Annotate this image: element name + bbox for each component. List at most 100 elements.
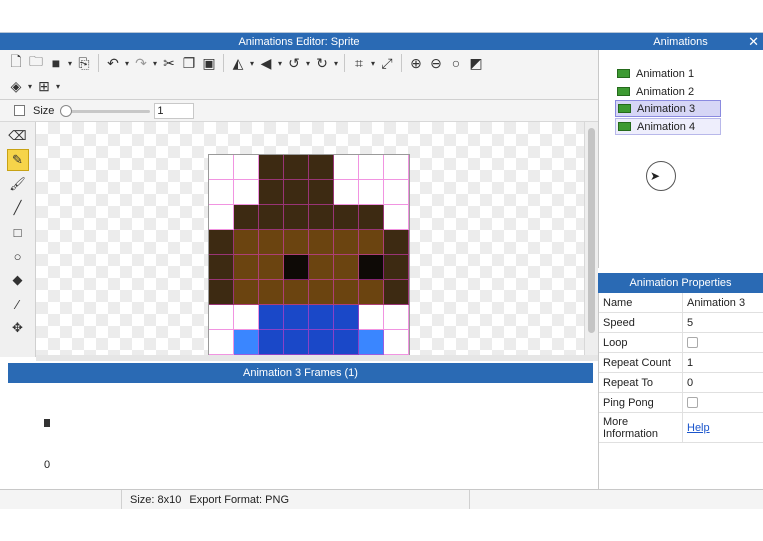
rotate-right-icon[interactable]: ↻ [312,53,332,73]
open-folder-icon[interactable]: 🗀 [26,53,46,73]
save-icon[interactable]: ■ [46,53,66,73]
sprite-pixel[interactable] [334,205,359,230]
size-slider[interactable] [60,104,151,117]
sprite-pixel[interactable] [234,330,259,355]
sprite-pixel[interactable] [309,155,334,180]
layers-dropdown-caret[interactable]: ▾ [26,82,34,91]
animation-list-item-selected[interactable]: Animation 3 [615,100,721,117]
animation-list-item-hovered[interactable]: Animation 4 [615,118,721,135]
sprite-pixel[interactable] [309,280,334,305]
sprite-pixel[interactable] [259,180,284,205]
paste-icon[interactable]: ▣ [199,53,219,73]
sprite-pixel[interactable] [259,255,284,280]
sprite-pixel[interactable] [284,205,309,230]
sprite-pixel[interactable] [334,255,359,280]
sprite-pixel[interactable] [234,230,259,255]
move-icon[interactable]: ✥ [7,317,29,339]
sprite-pixel[interactable] [284,330,309,355]
sprite-pixel[interactable] [359,305,384,330]
line-icon[interactable]: ╱ [7,197,29,219]
flip-horizontal-icon[interactable]: ◭ [228,53,248,73]
scrollbar-thumb[interactable] [588,128,595,333]
flip-vertical-dropdown-caret[interactable]: ▾ [276,59,284,68]
sprite-pixel[interactable] [209,255,234,280]
sprite-pixel[interactable] [234,180,259,205]
sprite-pixel[interactable] [209,205,234,230]
animation-list-item[interactable]: Animation 2 [615,83,721,100]
sprite-pixel[interactable] [384,280,409,305]
property-value[interactable]: Animation 3 [683,297,745,309]
sprite-pixel[interactable] [259,305,284,330]
sprite-pixel[interactable] [384,230,409,255]
property-value[interactable]: 5 [683,317,693,329]
copy-icon[interactable]: ❐ [179,53,199,73]
loop-checkbox[interactable] [687,337,698,348]
sprite-pixel[interactable] [259,330,284,355]
save-dropdown-caret[interactable]: ▾ [66,59,74,68]
sprite-pixel[interactable] [334,230,359,255]
sprite-pixel[interactable] [234,155,259,180]
sprite-pixel[interactable] [234,255,259,280]
canvas-horizontal-scrollbar[interactable] [36,355,598,361]
sprite-pixel[interactable] [284,180,309,205]
crop-dropdown-caret[interactable]: ▾ [369,59,377,68]
size-checkbox[interactable] [14,105,25,116]
sprite-pixel[interactable] [334,330,359,355]
sprite-pixel[interactable] [209,180,234,205]
pencil-icon[interactable]: ✎ [6,149,29,171]
size-slider-knob[interactable] [60,104,73,117]
sprite-pixel[interactable] [384,255,409,280]
sprite-pixel[interactable] [359,255,384,280]
frame-thumbnail[interactable] [44,419,50,427]
layers-icon[interactable]: ◈ [6,76,26,96]
sprite-pixel[interactable] [284,305,309,330]
sprite-pixel[interactable] [259,155,284,180]
rotate-right-dropdown-caret[interactable]: ▾ [332,59,340,68]
sprite-pixel[interactable] [334,305,359,330]
invert-icon[interactable]: ◩ [466,53,486,73]
cut-icon[interactable]: ✂ [159,53,179,73]
sprite-pixel[interactable] [359,180,384,205]
fill-icon[interactable]: ◆ [7,269,29,291]
flip-horizontal-dropdown-caret[interactable]: ▾ [248,59,256,68]
sprite-pixel[interactable] [384,330,409,355]
sprite-pixel[interactable] [209,330,234,355]
sprite-pixel[interactable] [309,305,334,330]
sprite-pixel[interactable] [309,255,334,280]
sprite-grid[interactable] [208,154,410,355]
sprite-pixel[interactable] [309,330,334,355]
sprite-pixel[interactable] [309,230,334,255]
zoom-reset-icon[interactable]: ○ [446,53,466,73]
eyedropper-icon[interactable]: ⁄ [7,293,29,315]
resize-icon[interactable]: ⤢ [377,53,397,73]
ping-pong-checkbox[interactable] [687,397,698,408]
sprite-pixel[interactable] [284,155,309,180]
sprite-pixel[interactable] [259,205,284,230]
help-link[interactable]: Help [687,422,710,434]
grid-dropdown-caret[interactable]: ▾ [54,82,62,91]
crop-icon[interactable]: ⌗ [349,53,369,73]
flip-vertical-icon[interactable]: ◀ [256,53,276,73]
sprite-pixel[interactable] [359,230,384,255]
brush-icon[interactable]: 🖌 [7,173,29,195]
ellipse-icon[interactable]: ○ [7,245,29,267]
size-input[interactable]: 1 [154,102,195,119]
drawing-canvas[interactable] [36,122,584,355]
sprite-pixel[interactable] [334,155,359,180]
property-value[interactable]: 1 [683,357,693,369]
rectangle-icon[interactable]: □ [7,221,29,243]
redo-icon[interactable]: ↷ [131,53,151,73]
undo-dropdown-caret[interactable]: ▾ [123,59,131,68]
redo-dropdown-caret[interactable]: ▾ [151,59,159,68]
sprite-pixel[interactable] [384,155,409,180]
sprite-pixel[interactable] [359,280,384,305]
animation-list-item[interactable]: Animation 1 [615,65,721,82]
export-icon[interactable]: ⎘ [74,53,94,73]
sprite-pixel[interactable] [359,330,384,355]
sprite-pixel[interactable] [259,280,284,305]
sprite-pixel[interactable] [209,280,234,305]
sprite-pixel[interactable] [259,230,284,255]
grid-icon[interactable]: ⊞ [34,76,54,96]
sprite-pixel[interactable] [209,155,234,180]
rotate-left-icon[interactable]: ↺ [284,53,304,73]
